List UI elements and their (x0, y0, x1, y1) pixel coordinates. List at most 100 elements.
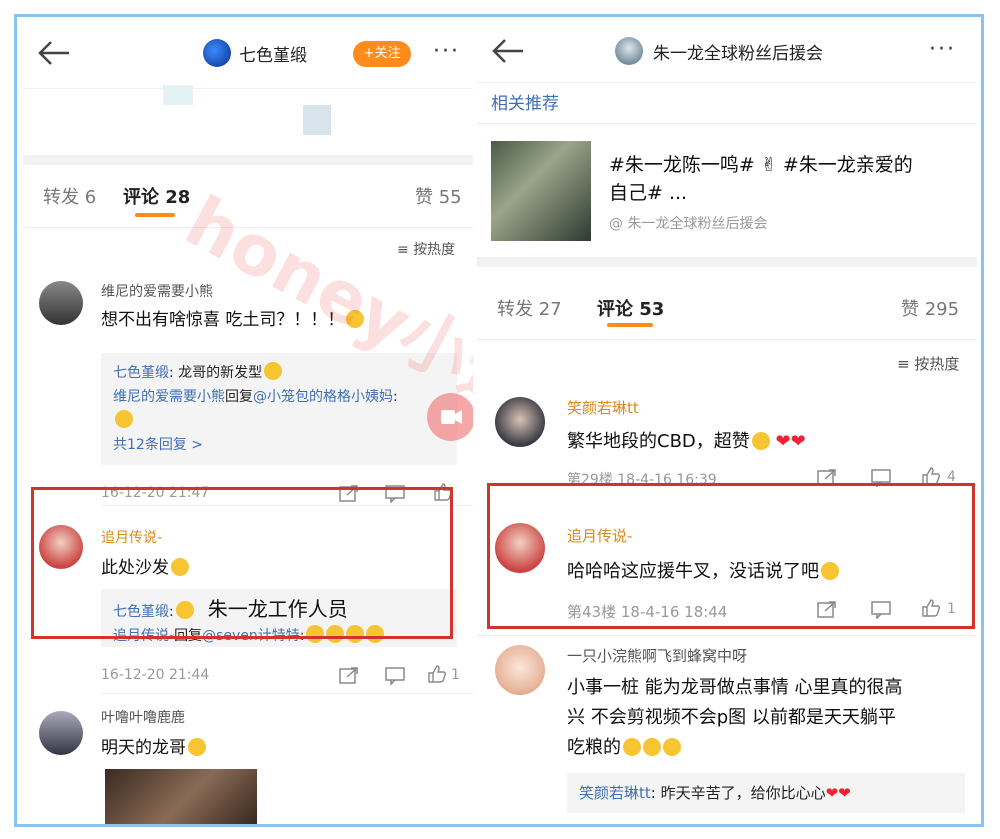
tab-likes[interactable]: 赞 55 (415, 183, 462, 209)
right-tabs: 转发 27 评论 53 赞 295 (477, 279, 977, 337)
follow-button[interactable]: +关注 (353, 41, 411, 67)
active-tab-indicator (135, 213, 175, 217)
emoji-icon (346, 310, 365, 328)
tab-repost[interactable]: 转发 6 (43, 183, 96, 209)
sort-label: 按热度 (914, 355, 960, 373)
reply-colon: : (393, 389, 398, 405)
related-post-card[interactable]: #朱一龙陈一鸣# ✌ #朱一龙亲爱的 自己# ... @ 朱一龙全球粉丝后援会 (491, 141, 961, 251)
tab-repost[interactable]: 转发 27 (497, 295, 562, 321)
sort-by-hot-button[interactable]: ≡ 按热度 (397, 239, 455, 259)
comment-text: 小事一桩 能为龙哥做点事情 心里真的很高 兴 不会剪视频不会p图 以前都是天天躺… (567, 673, 902, 763)
section-divider (23, 155, 473, 165)
heart-icon: ❤❤ (825, 784, 851, 802)
reply-author[interactable]: 笑颜若琳tt (579, 784, 651, 802)
left-top-bar: 七色堇缎 +关注 ··· (23, 17, 473, 89)
comment-item: 笑颜若琳tt 繁华地段的CBD，超赞 ❤❤ 第29楼 18-4-16 16:39… (477, 391, 977, 491)
reply-author[interactable]: 七色堇缎 (113, 365, 169, 381)
sort-by-hot-button[interactable]: ≡ 按热度 (897, 353, 959, 374)
reply-line: 七色堇缎: 龙哥的新发型 (113, 361, 445, 385)
related-post-thumbnail (491, 141, 591, 241)
comment-text-content: 繁华地段的CBD，超赞 (567, 431, 750, 452)
right-panel: 朱一龙全球粉丝后援会 ··· 相关推荐 #朱一龙陈一鸣# ✌ #朱一龙亲爱的 自… (477, 17, 977, 824)
back-arrow-icon[interactable] (491, 37, 525, 65)
tab-comments[interactable]: 评论 53 (597, 295, 664, 321)
reply-text: : 龙哥的新发型 (169, 365, 263, 381)
comment-text-line: 小事一桩 能为龙哥做点事情 心里真的很高 (567, 677, 903, 698)
left-tabs: 转发 6 评论 28 赞 55 (23, 167, 473, 225)
sort-label: 按热度 (413, 242, 456, 258)
more-replies-link[interactable]: 共12条回复 > (113, 433, 445, 457)
reply-line (113, 409, 445, 433)
related-title-line: 自己# ... (609, 182, 688, 204)
heart-icon: ❤❤ (775, 431, 806, 452)
divider (101, 693, 473, 694)
tab-comments[interactable]: 评论 28 (123, 183, 190, 209)
emoji-icon (751, 432, 770, 450)
video-record-button[interactable] (427, 393, 473, 441)
comment-text-content: 吃粮的 (567, 737, 621, 758)
highlight-box (31, 487, 453, 639)
commenter-name[interactable]: 叶噜叶噜鹿鹿 (101, 707, 185, 727)
comment-text: 繁华地段的CBD，超赞 ❤❤ (567, 427, 806, 453)
active-tab-indicator (607, 323, 653, 327)
emoji-icon (115, 410, 133, 428)
emoji-icon (264, 362, 283, 380)
author-avatar[interactable] (615, 37, 643, 65)
commenter-name[interactable]: 笑颜若琳tt (567, 397, 639, 418)
emoji-icon (188, 738, 206, 756)
like-count: 1 (451, 667, 460, 683)
sort-icon: ≡ (897, 355, 915, 373)
comment-time: 16-12-20 21:44 (101, 667, 210, 683)
author-name[interactable]: 朱一龙全球粉丝后援会 (653, 39, 823, 64)
commenter-name[interactable]: 维尼的爱需要小熊 (101, 281, 213, 301)
related-section-title: 相关推荐 (491, 94, 559, 114)
more-options-icon[interactable]: ··· (929, 37, 956, 62)
commenter-avatar[interactable] (495, 645, 545, 695)
section-divider (477, 257, 977, 267)
reply-line: 维尼的爱需要小熊回复@小笼包的格格小姨妈: (113, 385, 445, 409)
emoji-icon (643, 738, 661, 756)
commenter-avatar[interactable] (39, 281, 83, 325)
comment-icon[interactable] (385, 667, 405, 685)
related-post-source: @ 朱一龙全球粉丝后援会 (609, 216, 768, 232)
video-camera-icon (441, 410, 462, 424)
comment-text-content: 明天的龙哥 (101, 738, 186, 758)
comment-item: 一只小浣熊啊飞到蜂窝中呀 小事一桩 能为龙哥做点事情 心里真的很高 兴 不会剪视… (477, 639, 977, 824)
reply-author[interactable]: 维尼的爱需要小熊 (113, 389, 225, 405)
author-name[interactable]: 七色堇缎 (239, 41, 307, 66)
screenshot-frame: 七色堇缎 +关注 ··· 转发 6 评论 28 赞 55 ≡ 按热度 维尼的爱需… (14, 14, 984, 827)
comment-text: 想不出有啥惊喜 吃土司？！！！ (101, 305, 365, 330)
divider (477, 635, 977, 636)
blurred-content (303, 105, 331, 135)
related-title-line: #朱一龙陈一鸣# ✌ #朱一龙亲爱的 (609, 154, 913, 176)
emoji-icon (623, 738, 641, 756)
sort-icon: ≡ (397, 242, 414, 258)
blurred-content (163, 85, 193, 105)
divider (23, 227, 473, 228)
emoji-icon (663, 738, 681, 756)
like-icon[interactable] (427, 665, 447, 683)
share-icon[interactable] (339, 667, 359, 685)
tab-likes[interactable]: 赞 295 (901, 295, 959, 321)
comment-text-line: 吃粮的 (567, 733, 902, 763)
reply-box[interactable]: 笑颜若琳tt: 昨天辛苦了，给你比心心❤❤ (567, 773, 965, 813)
reply-text: : 昨天辛苦了，给你比心心 (650, 784, 826, 802)
highlight-box (487, 483, 975, 629)
left-panel: 七色堇缎 +关注 ··· 转发 6 评论 28 赞 55 ≡ 按热度 维尼的爱需… (23, 17, 473, 824)
reply-verb: 回复 (225, 389, 253, 405)
right-top-bar: 朱一龙全球粉丝后援会 ··· (477, 17, 977, 83)
back-arrow-icon[interactable] (37, 39, 71, 67)
divider (477, 123, 977, 124)
more-options-icon[interactable]: ··· (433, 39, 460, 64)
author-avatar[interactable] (203, 39, 231, 67)
reply-mention[interactable]: @小笼包的格格小姨妈 (253, 389, 393, 405)
related-post-title: #朱一龙陈一鸣# ✌ #朱一龙亲爱的 自己# ... (609, 151, 913, 207)
commenter-avatar[interactable] (39, 711, 83, 755)
comment-image[interactable] (105, 769, 257, 824)
reply-box[interactable]: 七色堇缎: 龙哥的新发型 维尼的爱需要小熊回复@小笼包的格格小姨妈: 共12条回… (101, 353, 457, 465)
comment-text-content: 想不出有啥惊喜 吃土司？！！！ (101, 310, 345, 330)
comment-item: 维尼的爱需要小熊 想不出有啥惊喜 吃土司？！！！ 七色堇缎: 龙哥的新发型 维尼… (23, 275, 473, 505)
comment-text: 明天的龙哥 (101, 733, 206, 758)
commenter-avatar[interactable] (495, 397, 545, 447)
commenter-name[interactable]: 一只小浣熊啊飞到蜂窝中呀 (567, 645, 747, 666)
